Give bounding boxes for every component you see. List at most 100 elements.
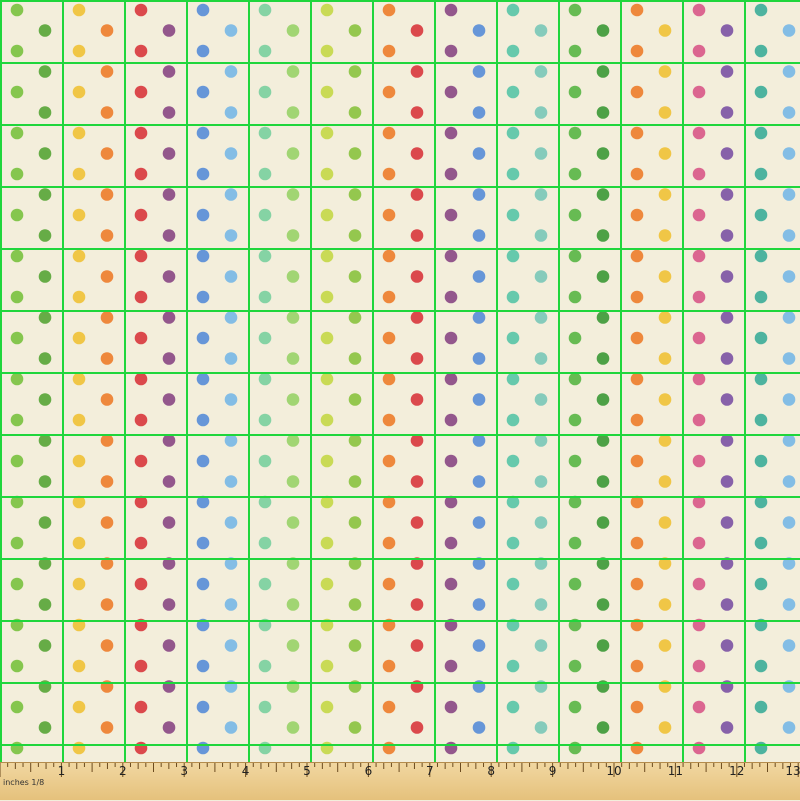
polka-dot [382,290,396,304]
polka-dot [258,167,272,181]
polka-dot [38,352,52,365]
polka-dot [410,352,424,365]
polka-dot [38,434,52,447]
polka-dot [568,659,582,673]
polka-dot [258,413,272,427]
polka-dot [162,188,176,201]
polka-dot [134,372,148,386]
polka-dot [754,741,768,755]
polka-dot [410,65,424,78]
polka-dot [754,454,768,468]
polka-dot [534,393,548,406]
polka-dot [162,106,176,119]
polka-dot [38,516,52,529]
polka-dot [162,475,176,488]
polka-dot [720,352,734,365]
polka-dot [534,721,548,734]
polka-dot [534,65,548,78]
polka-dot [630,413,644,427]
polka-dot [348,352,362,365]
ruler-tick-label: 6 [364,764,373,778]
polka-dot [320,126,334,140]
polka-dot [472,393,486,406]
polka-dot [320,331,334,345]
polka-dot [134,249,148,263]
polka-dot [658,229,672,242]
polka-dot [506,3,520,17]
polka-dot [38,721,52,734]
polka-dot [100,270,114,283]
polka-dot [692,3,706,17]
polka-dot [382,3,396,17]
polka-dot [410,598,424,611]
polka-dot [444,659,458,673]
polka-dot [444,454,458,468]
polka-dot [10,454,24,468]
polka-dot [196,659,210,673]
polka-dot [472,147,486,160]
polka-dot [754,372,768,386]
polka-dot [10,577,24,591]
polka-dot [630,536,644,550]
polka-dot [286,24,300,37]
polka-dot [382,577,396,591]
polka-dot [692,331,706,345]
polka-dot [100,65,114,78]
polka-dot [348,639,362,652]
polka-dot [720,188,734,201]
polka-dot [72,741,86,755]
polka-dot [658,516,672,529]
polka-dot [782,106,796,119]
polka-dot [472,106,486,119]
polka-dot [692,290,706,304]
polka-dot [10,659,24,673]
polka-dot [568,413,582,427]
polka-dot [72,659,86,673]
polka-dot [134,3,148,17]
polka-dot [630,659,644,673]
polka-dot [782,147,796,160]
ruler-tick-label: 8 [487,764,496,778]
polka-dot [596,598,610,611]
polka-dot [162,24,176,37]
polka-dot [348,475,362,488]
polka-dot [506,454,520,468]
polka-dot [630,208,644,222]
polka-dot [472,721,486,734]
polka-dot [754,659,768,673]
polka-dot [320,167,334,181]
polka-dot [506,331,520,345]
polka-dot [658,352,672,365]
polka-dot [782,311,796,324]
polka-dot [782,639,796,652]
polka-dot [534,516,548,529]
polka-dot [382,167,396,181]
polka-dot [286,598,300,611]
polka-dot [10,741,24,755]
polka-dot [258,126,272,140]
polka-dot [720,598,734,611]
polka-dot [692,167,706,181]
ruler-tick-label: 2 [118,764,127,778]
polka-dot [224,721,238,734]
polka-dot [506,167,520,181]
polka-dot [258,331,272,345]
polka-dot [286,188,300,201]
polka-dot [630,290,644,304]
polka-dot [568,700,582,714]
polka-dot [196,454,210,468]
polka-dot [720,24,734,37]
polka-dot [196,44,210,58]
polka-dot [692,372,706,386]
polka-dot [224,65,238,78]
polka-dot [162,434,176,447]
polka-dot [534,106,548,119]
polka-dot [196,249,210,263]
polka-dot [506,290,520,304]
polka-dot [754,331,768,345]
polka-dot [134,290,148,304]
polka-dot [134,413,148,427]
polka-dot [196,3,210,17]
polka-dot [568,167,582,181]
polka-dot [258,208,272,222]
